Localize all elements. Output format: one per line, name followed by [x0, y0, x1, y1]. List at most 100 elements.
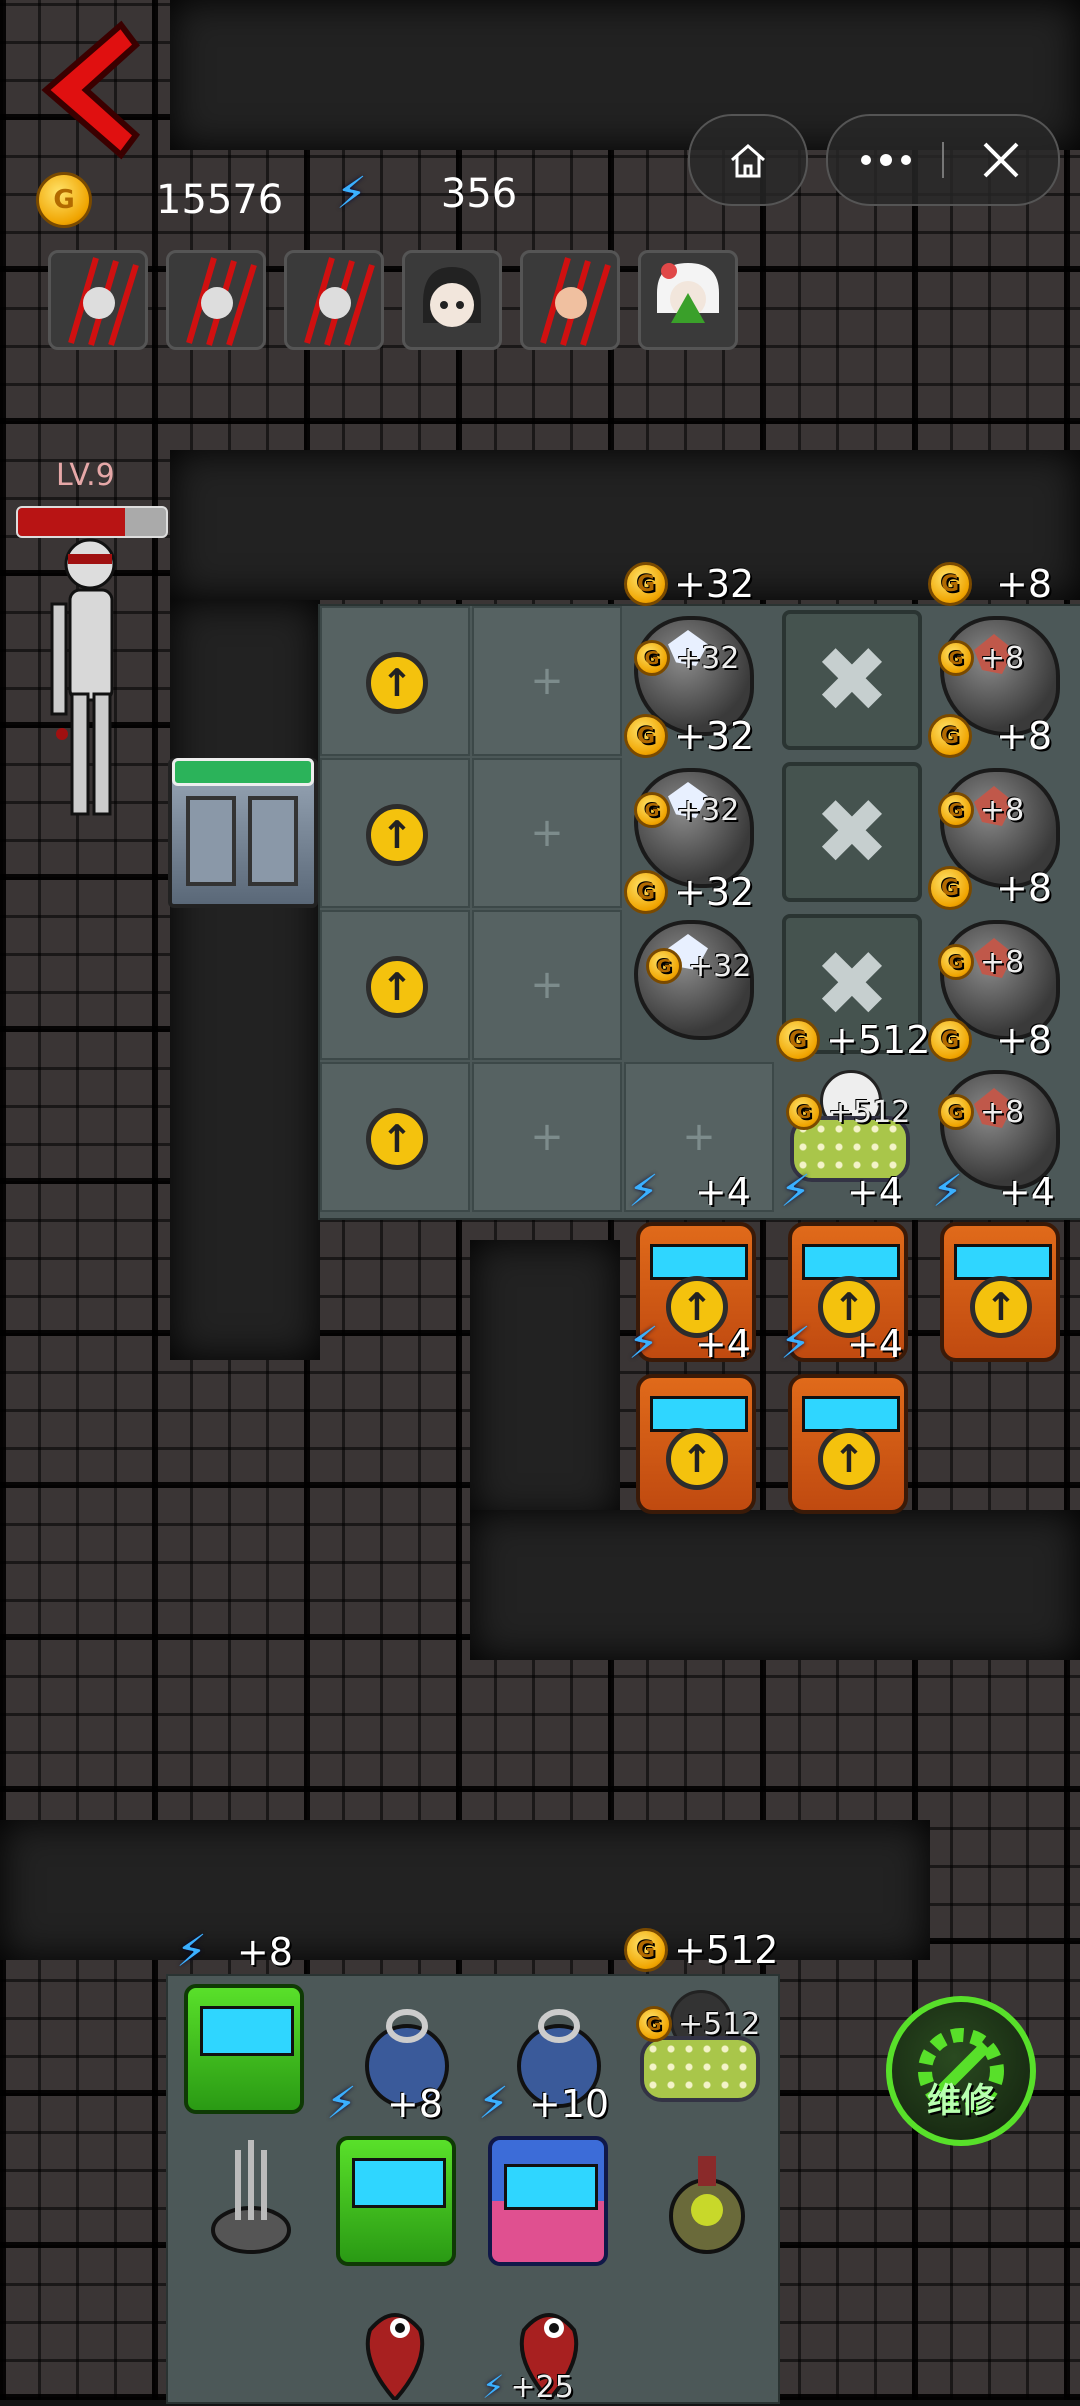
repair-label: 维修: [927, 2080, 995, 2121]
green-arcade-machine[interactable]: [184, 1984, 304, 2114]
upgrade-arrow-icon: ↑: [666, 1428, 728, 1490]
energy-bonus-label: ⚡ +4: [780, 1166, 903, 1217]
energy-bonus-partial: ⚡ +25: [482, 2368, 574, 2406]
bed-blanket: [640, 2036, 760, 2102]
pink-arcade-machine[interactable]: [488, 2136, 608, 2266]
machine-screen: [650, 1244, 748, 1280]
energy-bonus-label: ⚡ +4: [932, 1166, 1055, 1217]
empty-slot[interactable]: +: [472, 1062, 622, 1212]
trap-slot-3[interactable]: ↑: [320, 910, 470, 1060]
gold-counter: G 15576: [36, 172, 283, 228]
empty-slot[interactable]: +: [472, 606, 622, 756]
ghost-girl-icon: [657, 263, 719, 323]
green-bomb-trap[interactable]: [652, 2136, 762, 2266]
repair-tool-slot[interactable]: ✖: [782, 610, 922, 750]
trap-slot-2[interactable]: ↑: [320, 758, 470, 908]
orange-arcade-machine[interactable]: ↑: [788, 1374, 908, 1514]
upgrade-arrow-icon: ↑: [818, 1428, 880, 1490]
portrait-slot-claw-1[interactable]: [48, 250, 148, 350]
orange-arcade-machine[interactable]: ↑: [940, 1222, 1060, 1362]
gold-bonus-small: G +8: [938, 640, 1024, 676]
empty-slot[interactable]: +: [472, 758, 622, 908]
close-icon: [983, 142, 1019, 178]
gold-coin-icon: G: [624, 870, 668, 914]
gold-coin-icon: G: [928, 1018, 972, 1062]
portrait-slot-girl[interactable]: [402, 250, 502, 350]
portrait-bar: [48, 250, 738, 350]
portrait-slot-claw-3[interactable]: [284, 250, 384, 350]
gold-bonus-label: G +8: [928, 714, 1052, 758]
gold-bonus-small: G +8: [938, 1094, 1024, 1130]
gold-coin-icon: G: [636, 2006, 672, 2042]
close-button[interactable]: [944, 116, 1058, 204]
upgrade-arrow-icon: ↑: [366, 652, 428, 714]
pale-man-sprite: [50, 538, 116, 816]
energy-amount: 356: [440, 170, 518, 217]
gold-bonus-label: G +8: [928, 1018, 1052, 1062]
energy-bolt-icon: ⚡: [326, 2078, 357, 2129]
corridor-left: [170, 600, 320, 1360]
gold-coin-icon: G: [938, 1094, 974, 1130]
energy-bolt-icon: ⚡: [482, 2368, 505, 2406]
gold-bonus-label: G +8: [928, 562, 1052, 606]
gold-bonus-small: G +32: [646, 948, 751, 984]
empty-slot[interactable]: +: [472, 910, 622, 1060]
portrait-slot-claw-2[interactable]: [166, 250, 266, 350]
gold-bonus-label: G +512: [776, 1018, 930, 1062]
gold-coin-icon: G: [36, 172, 92, 228]
claw-attack-icon: [68, 257, 139, 346]
girl-face-icon: [423, 267, 481, 327]
gold-bonus-label: G +32: [624, 870, 754, 914]
gold-coin-icon: G: [786, 1094, 822, 1130]
door-left-panel: [186, 796, 236, 886]
door-durability-bar: [172, 758, 314, 786]
energy-bolt-icon: ⚡: [932, 1166, 963, 1217]
trap-slot-1[interactable]: ↑: [320, 606, 470, 756]
upgrade-arrow-icon: ↑: [366, 956, 428, 1018]
gold-coin-icon: G: [928, 866, 972, 910]
trap-slot-4[interactable]: ↑: [320, 1062, 470, 1212]
player-level: LV.9: [56, 458, 115, 493]
energy-bonus-label: ⚡ +10: [478, 2078, 610, 2129]
player-hp-fill: [18, 508, 125, 536]
gold-bonus-label: G +8: [928, 866, 1052, 910]
energy-bolt-icon: ⚡: [336, 168, 367, 219]
gold-coin-icon: G: [634, 640, 670, 676]
portrait-slot-claw-4[interactable]: [520, 250, 620, 350]
corridor-middle: [470, 1240, 620, 1520]
back-chevron-icon: [41, 20, 141, 160]
machine-screen: [200, 2006, 294, 2056]
machine-screen: [802, 1244, 900, 1280]
energy-bolt-icon: ⚡: [780, 1166, 811, 1217]
room-door[interactable]: [168, 758, 318, 908]
energy-bonus-label: ⚡ +4: [628, 1166, 751, 1217]
gold-bonus-label: G +32: [624, 714, 754, 758]
machine-screen: [352, 2158, 446, 2208]
energy-bolt-icon: ⚡: [176, 1926, 207, 1977]
upgrade-arrow-icon: ↑: [366, 804, 428, 866]
gold-coin-icon: G: [624, 1928, 668, 1972]
green-arcade-machine[interactable]: [336, 2136, 456, 2266]
machine-screen: [954, 1244, 1052, 1280]
machine-screen: [504, 2164, 598, 2210]
pitchfork-trap[interactable]: [196, 2130, 306, 2260]
back-button[interactable]: [36, 20, 146, 160]
gold-bonus-small: G +32: [634, 640, 739, 676]
gold-coin-icon: G: [938, 944, 974, 980]
energy-bolt-icon: ⚡: [628, 1318, 659, 1369]
gold-coin-icon: G: [928, 714, 972, 758]
portrait-slot-ghost[interactable]: [638, 250, 738, 350]
player-character[interactable]: [30, 534, 140, 834]
home-button[interactable]: [688, 114, 808, 206]
gold-coin-icon: G: [938, 640, 974, 676]
red-plant-monster[interactable]: [340, 2290, 450, 2402]
wrench-icon: ✖: [814, 779, 890, 885]
more-button[interactable]: [828, 116, 943, 204]
claw-attack-icon: [540, 257, 611, 346]
claw-attack-icon: [186, 257, 257, 346]
repair-button[interactable]: 维修: [886, 1996, 1036, 2146]
more-icon: [860, 154, 911, 166]
gold-bonus-small: G +32: [634, 792, 739, 828]
orange-arcade-machine[interactable]: ↑: [636, 1374, 756, 1514]
repair-tool-slot[interactable]: ✖: [782, 762, 922, 902]
